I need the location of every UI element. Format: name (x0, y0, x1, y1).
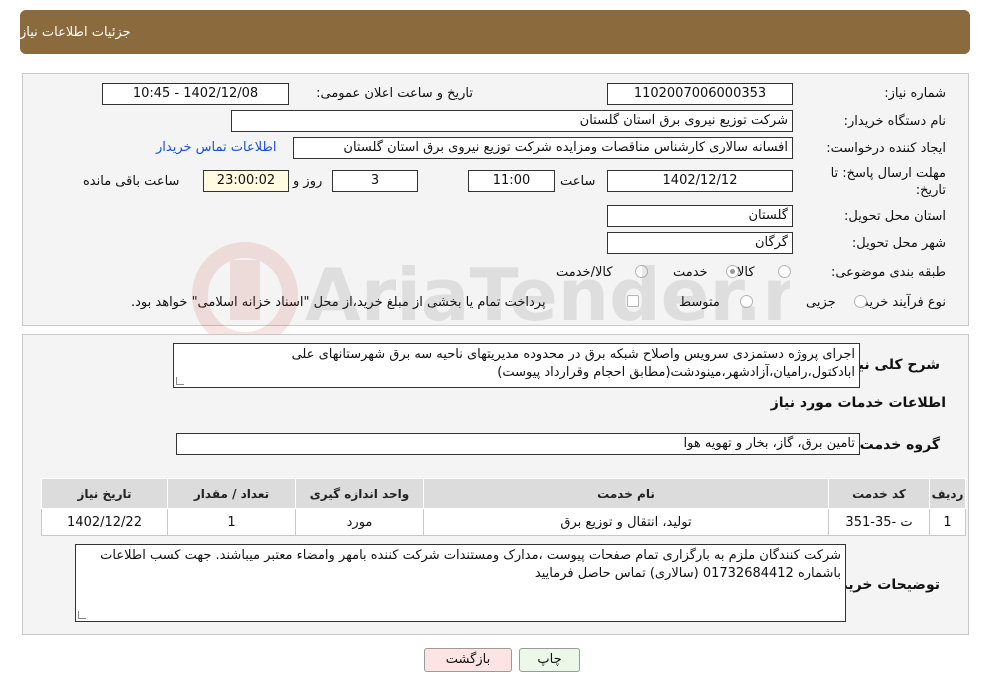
deadline-label: مهلت ارسال پاسخ: تا (830, 166, 946, 181)
need-number-field: 1102007006000353 (607, 83, 793, 105)
deadline-time-field: 11:00 (468, 170, 555, 192)
need-details-panel: شرح کلی نیاز: اجرای پروژه دستمزدی سرویس … (22, 334, 969, 635)
cell-unit: مورد (295, 508, 424, 536)
col-service-code: کد خدمت (828, 478, 930, 509)
cell-service-name: تولید، انتقال و توزیع برق (423, 508, 829, 536)
purchase-option-minor: جزیی (806, 295, 836, 310)
description-field[interactable]: اجرای پروژه دستمزدی سرویس واصلاح شبکه بر… (173, 343, 860, 388)
category-option-service: خدمت (673, 265, 708, 280)
city-label: شهر محل تحویل: (851, 236, 946, 251)
deadline-label-line2: تاریخ: (915, 183, 946, 198)
resize-grip-icon[interactable] (78, 611, 86, 619)
deadline-date-field: 1402/12/12 (607, 170, 793, 192)
back-button[interactable]: بازگشت (424, 648, 512, 672)
cell-need-date: 1402/12/22 (41, 508, 168, 536)
remaining-days-field: 3 (332, 170, 418, 192)
remaining-time-label: ساعت باقی مانده (83, 174, 180, 189)
category-label: طبقه بندی موضوعی: (830, 265, 946, 280)
need-info-panel: شماره نیاز: 1102007006000353 تاریخ و ساع… (22, 73, 969, 326)
cell-service-code: ت -35-351 (828, 508, 930, 536)
buyer-contact-link[interactable]: اطلاعات تماس خریدار (156, 140, 276, 155)
category-option-goods-service: کالا/خدمت (556, 265, 613, 280)
services-table-header: ردیف کد خدمت نام خدمت واحد اندازه گیری ت… (41, 478, 966, 509)
buyer-org-label: نام دستگاه خریدار: (843, 114, 946, 129)
province-field: گلستان (607, 205, 793, 227)
purchase-radio-medium[interactable] (740, 295, 753, 308)
need-number-label: شماره نیاز: (884, 86, 946, 101)
announce-datetime-label: تاریخ و ساعت اعلان عمومی: (316, 86, 473, 101)
print-button[interactable]: چاپ (519, 648, 580, 672)
service-group-field: تامین برق، گاز، بخار و تهویه هوا (176, 433, 860, 455)
buyer-org-field: شرکت توزیع نیروی برق استان گلستان (231, 110, 793, 132)
col-need-date: تاریخ نیاز (41, 478, 168, 509)
page-title: جزئیات اطلاعات نیاز (20, 24, 131, 40)
service-group-label: گروه خدمت: (854, 437, 940, 453)
col-row-number: ردیف (929, 478, 966, 509)
category-radio-goods-service[interactable] (635, 265, 648, 278)
purchase-type-label: نوع فرآیند خرید : (854, 295, 946, 310)
col-unit: واحد اندازه گیری (295, 478, 424, 509)
description-text: اجرای پروژه دستمزدی سرویس واصلاح شبکه بر… (291, 347, 855, 380)
buyer-notes-field[interactable]: شرکت کنندگان ملزم به بارگزاری تمام صفحات… (75, 544, 846, 622)
col-quantity: تعداد / مقدار (167, 478, 296, 509)
days-label: روز و (293, 174, 323, 189)
treasury-checkbox[interactable] (627, 295, 639, 307)
resize-grip-icon[interactable] (176, 377, 184, 385)
treasury-note: پرداخت تمام یا بخشی از مبلغ خرید،از محل … (131, 295, 546, 310)
services-section-title: اطلاعات خدمات مورد نیاز (770, 395, 946, 411)
requester-field: افسانه سالاری کارشناس مناقصات ومزایده شر… (293, 137, 793, 159)
page-header: جزئیات اطلاعات نیاز (20, 10, 970, 54)
buyer-notes-text: شرکت کنندگان ملزم به بارگزاری تمام صفحات… (100, 548, 841, 581)
requester-label: ایجاد کننده درخواست: (826, 141, 946, 156)
table-row: 1 ت -35-351 تولید، انتقال و توزیع برق مو… (41, 508, 966, 536)
remaining-time-field: 23:00:02 (203, 170, 289, 192)
category-option-goods: کالا (737, 265, 755, 280)
city-field: گرگان (607, 232, 793, 254)
deadline-time-label: ساعت (560, 174, 596, 189)
services-table: ردیف کد خدمت نام خدمت واحد اندازه گیری ت… (41, 478, 966, 536)
purchase-option-medium: متوسط (679, 295, 720, 310)
province-label: استان محل تحویل: (844, 209, 946, 224)
cell-row-number: 1 (929, 508, 966, 536)
category-radio-service[interactable] (726, 265, 739, 278)
col-service-name: نام خدمت (423, 478, 829, 509)
cell-quantity: 1 (167, 508, 296, 536)
announce-datetime-field: 1402/12/08 - 10:45 (102, 83, 289, 105)
category-radio-goods[interactable] (778, 265, 791, 278)
purchase-radio-minor[interactable] (854, 295, 867, 308)
